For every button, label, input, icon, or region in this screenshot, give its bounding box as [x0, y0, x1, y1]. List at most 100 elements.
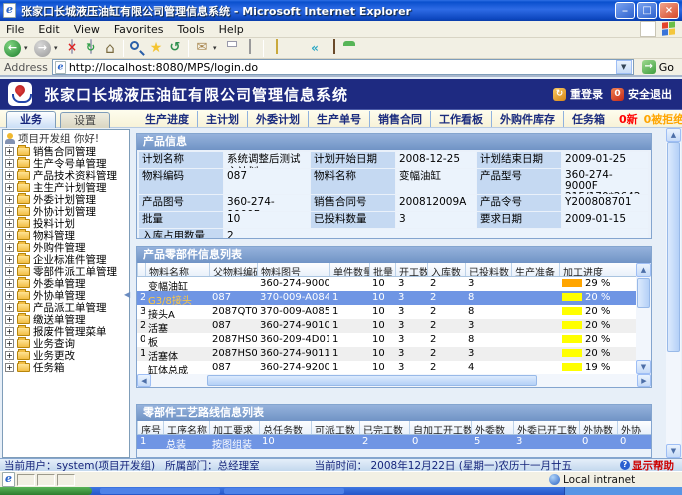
address-dropdown[interactable]	[616, 60, 632, 74]
relogin-button[interactable]: 重登录	[553, 86, 603, 102]
sidebar-item-business-change[interactable]: 业务更改	[3, 349, 129, 361]
menu-tools[interactable]: Tools	[178, 23, 205, 36]
col-completed[interactable]: 已完工数	[359, 421, 409, 434]
nav-task-box[interactable]: 任务箱	[563, 111, 613, 127]
menu-edit[interactable]: Edit	[38, 23, 59, 36]
stop-button[interactable]	[64, 40, 80, 56]
scroll-thumb[interactable]	[667, 142, 680, 352]
menu-file[interactable]: File	[6, 23, 24, 36]
expand-icon[interactable]	[5, 243, 14, 252]
close-button[interactable]	[659, 2, 679, 19]
address-input[interactable]	[67, 61, 616, 74]
parts-table-vscrollbar[interactable]	[636, 263, 651, 374]
col-batch[interactable]: 批量	[369, 263, 395, 276]
col-fed[interactable]: 已投料数	[465, 263, 511, 276]
col-started[interactable]: 开工数	[395, 263, 427, 276]
menu-view[interactable]: View	[74, 23, 100, 36]
table-row[interactable]: 1活塞体2087HS002360-274-9011W11032320 %	[137, 347, 636, 361]
scroll-down-arrow[interactable]	[666, 444, 681, 458]
system-tray[interactable]	[564, 487, 682, 495]
table-row[interactable]: 缸体总成087360-274-9200F11032419 %	[137, 361, 636, 375]
nav-work-board[interactable]: 工作看板	[430, 111, 491, 127]
taskbar-button[interactable]	[224, 488, 344, 494]
tab-business[interactable]: 业务	[6, 111, 56, 128]
forward-button[interactable]	[34, 40, 51, 57]
col-outsourced[interactable]: 外委数	[471, 421, 513, 434]
table-row-selected[interactable]: 2G3/8接头087370-009-A084011032820 %	[137, 291, 636, 305]
print-button[interactable]	[223, 40, 239, 56]
scroll-thumb[interactable]	[637, 278, 650, 308]
scroll-up-arrow[interactable]	[636, 263, 651, 277]
col-requirement[interactable]: 加工要求	[209, 421, 259, 434]
start-button[interactable]	[0, 487, 92, 495]
refresh-button[interactable]	[83, 40, 99, 56]
col-outsourced-started[interactable]: 外委已开工数	[513, 421, 579, 434]
mail-button[interactable]	[194, 40, 210, 56]
expand-icon[interactable]	[5, 207, 14, 216]
expand-icon[interactable]	[5, 363, 14, 372]
home-button[interactable]	[102, 40, 118, 56]
menu-help[interactable]: Help	[219, 23, 244, 36]
edit-button[interactable]	[242, 40, 258, 56]
mail-dropdown[interactable]	[213, 44, 220, 52]
go-button[interactable]: Go	[638, 60, 678, 74]
table-row[interactable]: 2活塞087360-274-9010F11032320 %	[137, 319, 636, 333]
col-drawing-no[interactable]: 物料图号	[257, 263, 329, 276]
research-button[interactable]	[326, 40, 342, 56]
col-unit-qty[interactable]: 单件数量	[329, 263, 369, 276]
col-seq[interactable]: 序号	[137, 421, 163, 434]
col-prep[interactable]: 生产准备	[511, 263, 559, 276]
scroll-thumb[interactable]	[207, 375, 537, 386]
table-row[interactable]: 3接头A2087QT002370-009-A085011032820 %	[137, 305, 636, 319]
sidebar-collapse-handle[interactable]	[124, 290, 130, 299]
expand-icon[interactable]	[5, 195, 14, 204]
expand-icon[interactable]	[5, 327, 14, 336]
expand-icon[interactable]	[5, 315, 14, 324]
col-progress[interactable]: 加工进度	[559, 263, 636, 276]
expand-icon[interactable]	[5, 255, 14, 264]
messenger-button[interactable]	[307, 40, 323, 56]
history-button[interactable]	[167, 40, 183, 56]
buddy-button[interactable]	[345, 40, 361, 56]
back-dropdown[interactable]	[24, 44, 31, 52]
taskbar-button[interactable]	[100, 488, 220, 494]
expand-icon[interactable]	[5, 219, 14, 228]
forward-dropdown[interactable]	[54, 44, 61, 52]
scroll-left-arrow[interactable]	[137, 374, 151, 387]
expand-icon[interactable]	[5, 291, 14, 300]
expand-icon[interactable]	[5, 351, 14, 360]
expand-icon[interactable]	[5, 339, 14, 348]
expand-icon[interactable]	[5, 147, 14, 156]
col-in-stock[interactable]: 入库数	[427, 263, 465, 276]
col-process-name[interactable]: 工序名称	[163, 421, 209, 434]
nav-production-progress[interactable]: 生产进度	[137, 111, 197, 127]
menu-favorites[interactable]: Favorites	[114, 23, 164, 36]
badge-new[interactable]: 0新	[619, 111, 638, 127]
nav-production-order[interactable]: 生产单号	[308, 111, 369, 127]
col-material-name[interactable]: 物料名称	[145, 263, 209, 276]
expand-icon[interactable]	[5, 183, 14, 192]
scroll-right-arrow[interactable]	[637, 374, 651, 387]
search-button[interactable]	[129, 40, 145, 56]
sidebar-item-task-box[interactable]: 任务箱	[3, 361, 129, 373]
col-parent-code[interactable]: 父物料编码	[209, 263, 257, 276]
table-row[interactable]: 0板2087HS002360-209-4D01011032820 %	[137, 333, 636, 347]
logout-button[interactable]: 安全退出	[611, 86, 672, 102]
col-self-started[interactable]: 自加工开工数	[409, 421, 471, 434]
notes-button[interactable]	[269, 40, 285, 56]
expand-icon[interactable]	[5, 267, 14, 276]
route-row-selected[interactable]: 1 总装 按图组装 10 2 0 5 3 0 0	[137, 435, 651, 449]
col-subcontract-clipped[interactable]: 外协	[617, 421, 651, 434]
minimize-button[interactable]	[615, 2, 635, 19]
expand-icon[interactable]	[5, 279, 14, 288]
col-dispatchable[interactable]: 可派工数	[311, 421, 359, 434]
nav-outsourcing-plan[interactable]: 外委计划	[247, 111, 308, 127]
maximize-button[interactable]	[637, 2, 657, 19]
expand-icon[interactable]	[5, 303, 14, 312]
badge-rejected[interactable]: 0被拒绝	[644, 111, 682, 127]
col-total-tasks[interactable]: 总任务数	[259, 421, 311, 434]
table-row[interactable]: 变幅油缸360-274-9000F1032329 %	[137, 277, 636, 291]
nav-purchased-stock[interactable]: 外购件库存	[491, 111, 563, 127]
nav-master-plan[interactable]: 主计划	[197, 111, 247, 127]
back-button[interactable]	[4, 40, 21, 57]
